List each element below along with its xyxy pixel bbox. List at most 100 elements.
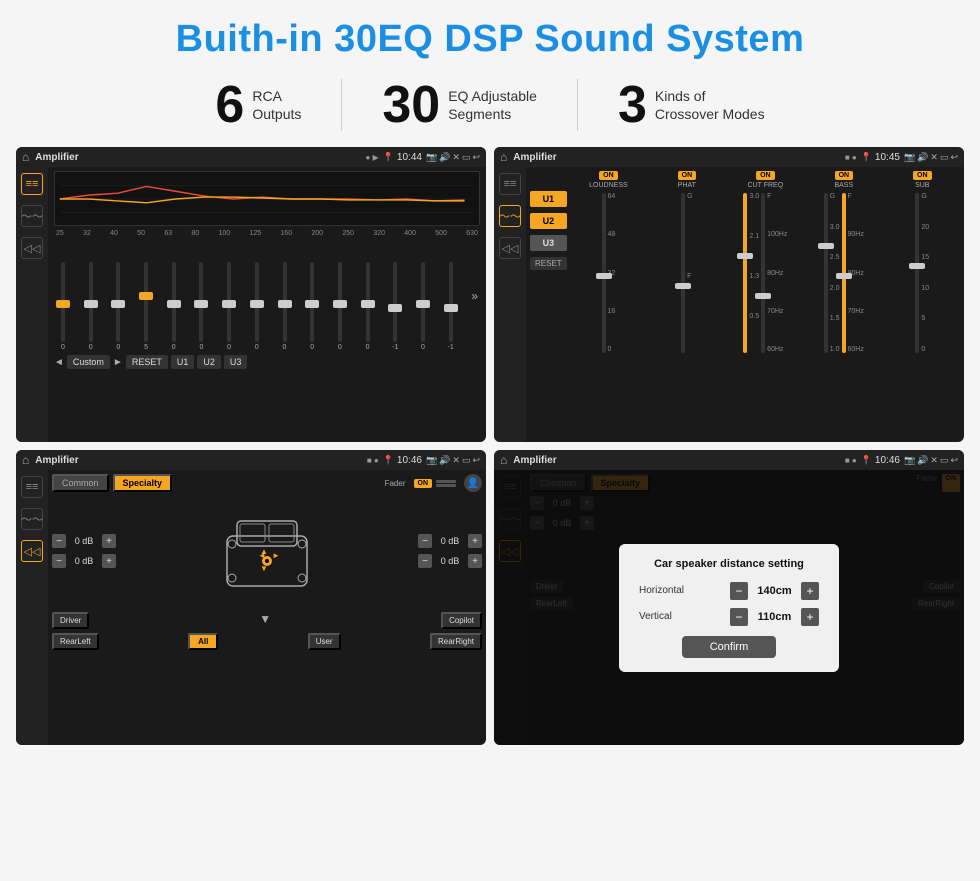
eq-slider-12[interactable]: 0 bbox=[361, 262, 375, 351]
crossover-u1-button[interactable]: U1 bbox=[530, 191, 567, 207]
driver-button[interactable]: Driver bbox=[52, 612, 89, 629]
speaker-wave-icon[interactable]: 〜〜 bbox=[21, 508, 43, 530]
speaker-tabs-row: Common Specialty Fader ON 👤 bbox=[52, 474, 482, 492]
eq-slider-9[interactable]: 0 bbox=[278, 262, 292, 351]
speaker-title: Amplifier bbox=[35, 455, 367, 466]
distance-home-icon[interactable]: ⌂ bbox=[500, 453, 507, 467]
crossover-reset-button[interactable]: RESET bbox=[530, 257, 567, 270]
eq-filter-icon[interactable]: ≡≡ bbox=[21, 173, 43, 195]
eq-slider-3[interactable]: 0 bbox=[111, 262, 125, 351]
eq-u2-button[interactable]: U2 bbox=[197, 355, 221, 369]
eq-custom-button[interactable]: Custom bbox=[67, 355, 110, 369]
speaker-home-icon[interactable]: ⌂ bbox=[22, 453, 29, 467]
eq-slider-5[interactable]: 0 bbox=[167, 262, 181, 351]
eq-sliders: 0 0 0 5 0 bbox=[54, 241, 480, 351]
eq-slider-2[interactable]: 0 bbox=[84, 262, 98, 351]
eq-slider-13[interactable]: -1 bbox=[388, 262, 402, 351]
crossover-vol-icon: 🔊 bbox=[917, 152, 928, 163]
user-button[interactable]: User bbox=[308, 633, 341, 650]
dialog-vertical-minus[interactable]: − bbox=[730, 608, 748, 626]
eq-u3-button[interactable]: U3 bbox=[224, 355, 248, 369]
eq-slider-15[interactable]: -1 bbox=[444, 262, 458, 351]
phat-slider[interactable] bbox=[681, 193, 685, 353]
eq-slider-7[interactable]: 0 bbox=[222, 262, 236, 351]
speaker-db-tr: − 0 dB + bbox=[418, 534, 482, 548]
eq-slider-14[interactable]: 0 bbox=[416, 262, 430, 351]
eq-slider-8[interactable]: 0 bbox=[250, 262, 264, 351]
speaker-db-minus-tl[interactable]: − bbox=[52, 534, 66, 548]
sub-slider[interactable] bbox=[915, 193, 919, 353]
crossover-speaker-icon[interactable]: ◁◁ bbox=[499, 237, 521, 259]
sub-on-badge: ON bbox=[913, 171, 932, 180]
cutfreq-slider-l[interactable] bbox=[743, 193, 747, 353]
crossover-u3-button[interactable]: U3 bbox=[530, 235, 567, 251]
dialog-vertical-plus[interactable]: + bbox=[801, 608, 819, 626]
speaker-db-minus-bl[interactable]: − bbox=[52, 554, 66, 568]
stat-text-eq: EQ AdjustableSegments bbox=[448, 79, 537, 123]
speaker-db-val-tr: 0 dB bbox=[435, 536, 465, 546]
dialog-vertical-value: 110cm bbox=[752, 611, 797, 623]
speaker-db-val-br: 0 dB bbox=[435, 556, 465, 566]
dialog-horizontal-plus[interactable]: + bbox=[801, 582, 819, 600]
eq-speaker-icon[interactable]: ◁◁ bbox=[21, 237, 43, 259]
crossover-content: U1 U2 U3 RESET ON LOUDNESS bbox=[530, 171, 960, 438]
eq-slider-6[interactable]: 0 bbox=[194, 262, 208, 351]
speaker-db-plus-br[interactable]: + bbox=[468, 554, 482, 568]
speaker-dots: ■ ● bbox=[367, 456, 379, 465]
speaker-db-plus-bl[interactable]: + bbox=[102, 554, 116, 568]
eq-expand-icon[interactable]: » bbox=[471, 289, 478, 303]
distance-camera-icon: 📷 bbox=[904, 455, 915, 466]
crossover-u2-button[interactable]: U2 bbox=[530, 213, 567, 229]
eq-next-icon[interactable]: ► bbox=[113, 357, 123, 368]
eq-slider-4[interactable]: 5 bbox=[139, 262, 153, 351]
loudness-label: LOUDNESS bbox=[589, 182, 628, 189]
speaker-common-tab[interactable]: Common bbox=[52, 474, 109, 492]
dialog-vertical-row: Vertical − 110cm + bbox=[639, 608, 819, 626]
stats-row: 6 RCAOutputs 30 EQ AdjustableSegments 3 … bbox=[0, 71, 980, 143]
speaker-sidebar: ≡≡ 〜〜 ◁◁ bbox=[16, 470, 48, 745]
eq-reset-button[interactable]: RESET bbox=[126, 355, 168, 369]
crossover-sidebar: ≡≡ 〜〜 ◁◁ bbox=[494, 167, 526, 442]
speaker-specialty-tab[interactable]: Specialty bbox=[113, 474, 173, 492]
all-button[interactable]: All bbox=[188, 633, 218, 650]
speaker-db-minus-br[interactable]: − bbox=[418, 554, 432, 568]
bass-label: BASS bbox=[834, 182, 853, 189]
eq-slider-10[interactable]: 0 bbox=[305, 262, 319, 351]
eq-slider-1[interactable]: 0 bbox=[56, 262, 70, 351]
speaker-arrow-down[interactable]: ▼ bbox=[259, 612, 271, 629]
bass-on-badge: ON bbox=[835, 171, 854, 180]
dialog-confirm-button[interactable]: Confirm bbox=[682, 636, 777, 658]
speaker-db-plus-tr[interactable]: + bbox=[468, 534, 482, 548]
bass-sliders: G3.02.52.01.51.0 F90Hz80Hz70Hz60Hz bbox=[824, 193, 864, 353]
fader-sliders[interactable] bbox=[436, 480, 456, 487]
speaker-db-plus-tl[interactable]: + bbox=[102, 534, 116, 548]
crossover-wave-icon[interactable]: 〜〜 bbox=[499, 205, 521, 227]
speaker-screen-body: ≡≡ 〜〜 ◁◁ Common Specialty Fader ON 👤 bbox=[16, 470, 486, 745]
speaker-db-minus-tr[interactable]: − bbox=[418, 534, 432, 548]
dialog-horizontal-minus[interactable]: − bbox=[730, 582, 748, 600]
eq-sidebar: ≡≡ 〜〜 ◁◁ bbox=[16, 167, 48, 442]
phat-col: ON PHAT GF bbox=[649, 171, 724, 438]
phat-label: PHAT bbox=[678, 182, 696, 189]
cutfreq-slider-r[interactable] bbox=[761, 193, 765, 353]
eq-main: 2532405063 80100125160200 25032040050063… bbox=[48, 167, 486, 442]
eq-dots: ● ▶ bbox=[365, 153, 378, 162]
copilot-button[interactable]: Copilot bbox=[441, 612, 482, 629]
eq-home-icon[interactable]: ⌂ bbox=[22, 150, 29, 164]
crossover-home-icon[interactable]: ⌂ bbox=[500, 150, 507, 164]
bass-slider-r[interactable] bbox=[842, 193, 846, 353]
rearleft-button[interactable]: RearLeft bbox=[52, 633, 99, 650]
crossover-title: Amplifier bbox=[513, 152, 845, 163]
speaker-sp-icon[interactable]: ◁◁ bbox=[21, 540, 43, 562]
speaker-filter-icon[interactable]: ≡≡ bbox=[21, 476, 43, 498]
eq-slider-11[interactable]: 0 bbox=[333, 262, 347, 351]
rearright-button[interactable]: RearRight bbox=[430, 633, 482, 650]
bass-slider-l[interactable] bbox=[824, 193, 828, 353]
person-icon[interactable]: 👤 bbox=[464, 474, 482, 492]
crossover-filter-icon[interactable]: ≡≡ bbox=[499, 173, 521, 195]
loudness-slider-left[interactable] bbox=[602, 193, 606, 353]
eq-prev-icon[interactable]: ◄ bbox=[54, 357, 64, 368]
eq-u1-button[interactable]: U1 bbox=[171, 355, 195, 369]
eq-wave-icon[interactable]: 〜〜 bbox=[21, 205, 43, 227]
stat-text-crossover: Kinds ofCrossover Modes bbox=[655, 79, 765, 123]
